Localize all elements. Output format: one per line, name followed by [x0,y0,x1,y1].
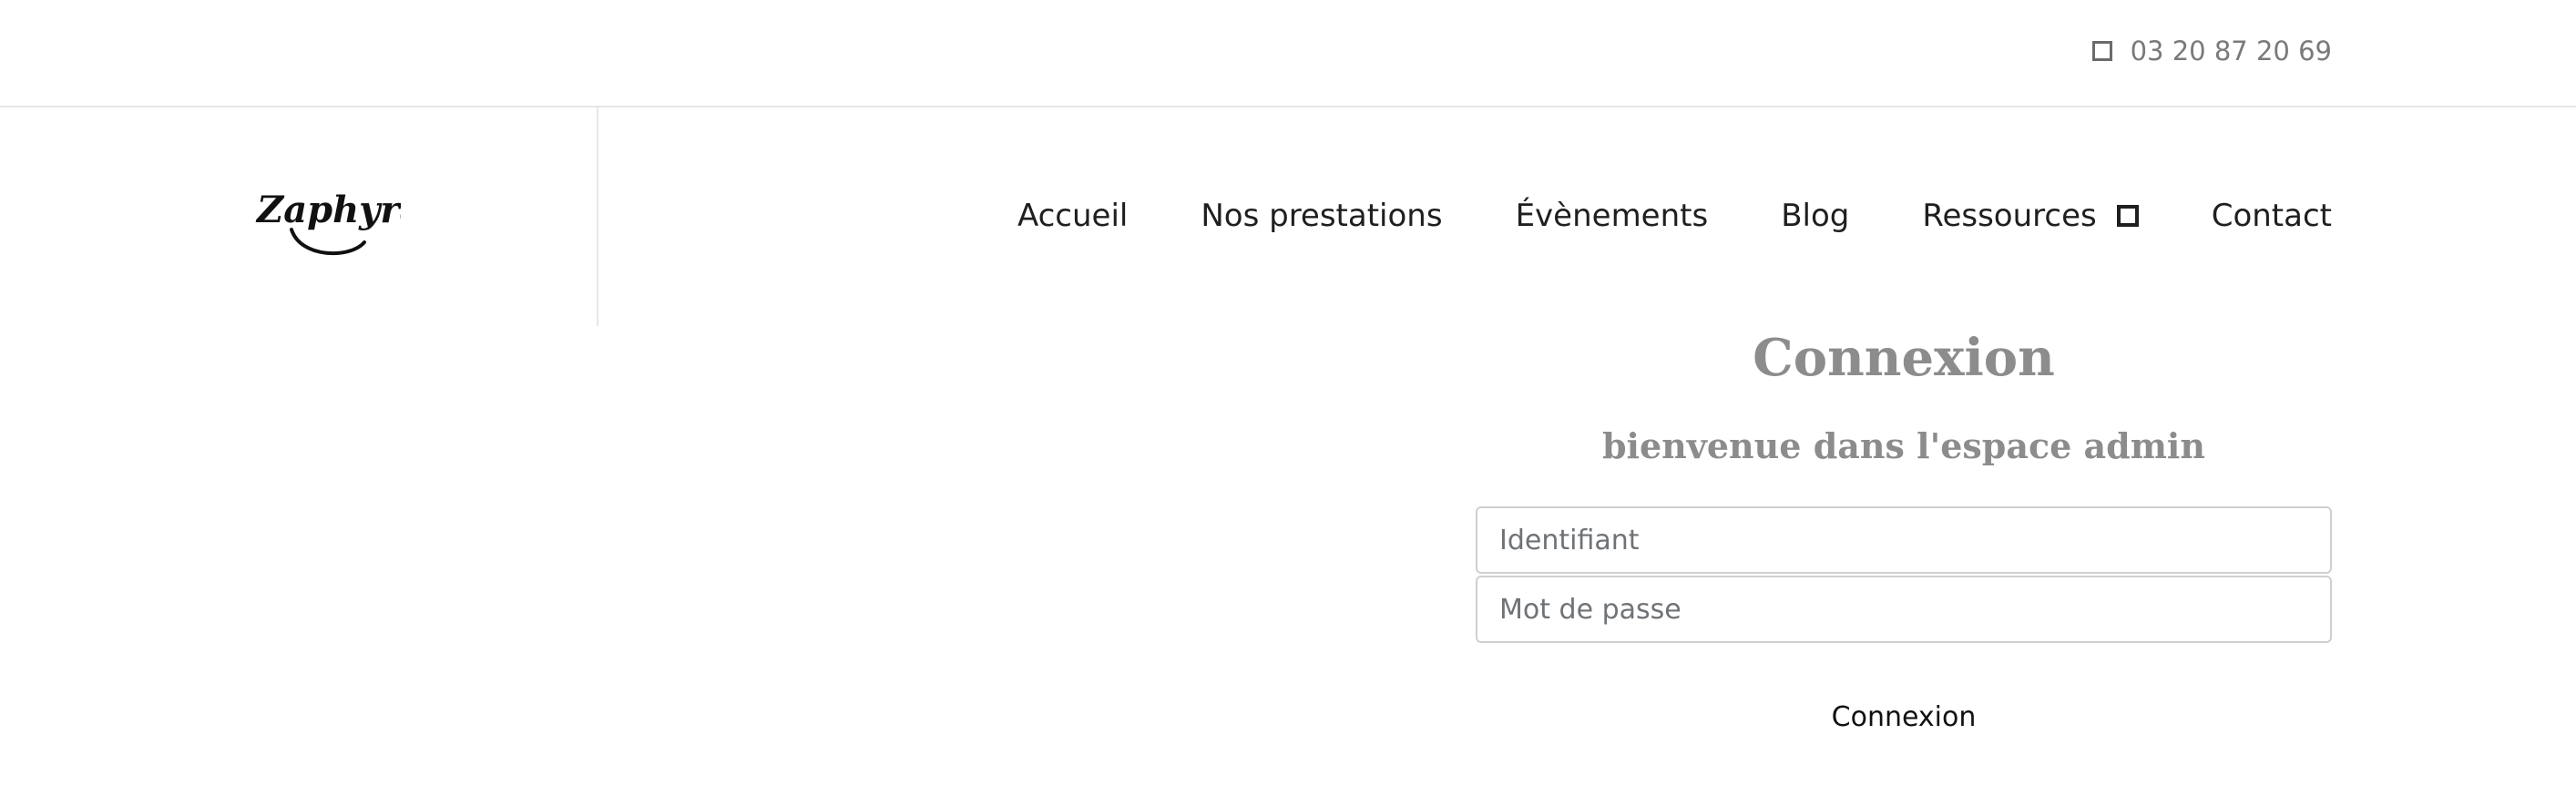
nav-item-label: Contact [2211,198,2332,234]
nav-item-label: Nos prestations [1201,198,1443,234]
phone-contact[interactable]: 03 20 87 20 69 [2091,33,2332,69]
site-header: Zaphyra Accueil Nos prestations Évènemen… [0,107,2576,326]
password-input[interactable] [1476,576,2332,643]
nav-item-label: Accueil [1017,198,1129,234]
nav-item-prestations[interactable]: Nos prestations [1201,198,1442,234]
login-subtitle: bienvenue dans l'espace admin [1601,425,2205,466]
username-input[interactable] [1476,506,2332,574]
phone-icon [2091,41,2112,61]
main-nav: Accueil Nos prestations Évènements Blog … [1017,195,2332,237]
site-logo[interactable]: Zaphyra [255,175,401,266]
login-title: Connexion [1753,328,2055,388]
nav-item-ressources[interactable]: Ressources [1922,198,2139,234]
nav-item-label: Évènements [1515,198,1709,234]
nav-item-accueil[interactable]: Accueil [1017,198,1128,234]
phone-number: 03 20 87 20 69 [2130,36,2332,66]
nav-item-contact[interactable]: Contact [2212,198,2332,234]
nav-item-label: Blog [1781,198,1850,234]
logo-text: Zaphyra [255,189,401,231]
nav-item-label: Ressources [1922,198,2097,234]
logo-container: Zaphyra [0,107,598,326]
login-panel: Connexion bienvenue dans l'espace admin … [1476,326,2332,740]
dropdown-icon[interactable] [2116,205,2139,227]
nav-item-blog[interactable]: Blog [1781,198,1849,234]
login-button[interactable]: Connexion [1814,694,1995,740]
top-bar: 03 20 87 20 69 [0,0,2576,107]
nav-item-evenements[interactable]: Évènements [1516,198,1709,234]
